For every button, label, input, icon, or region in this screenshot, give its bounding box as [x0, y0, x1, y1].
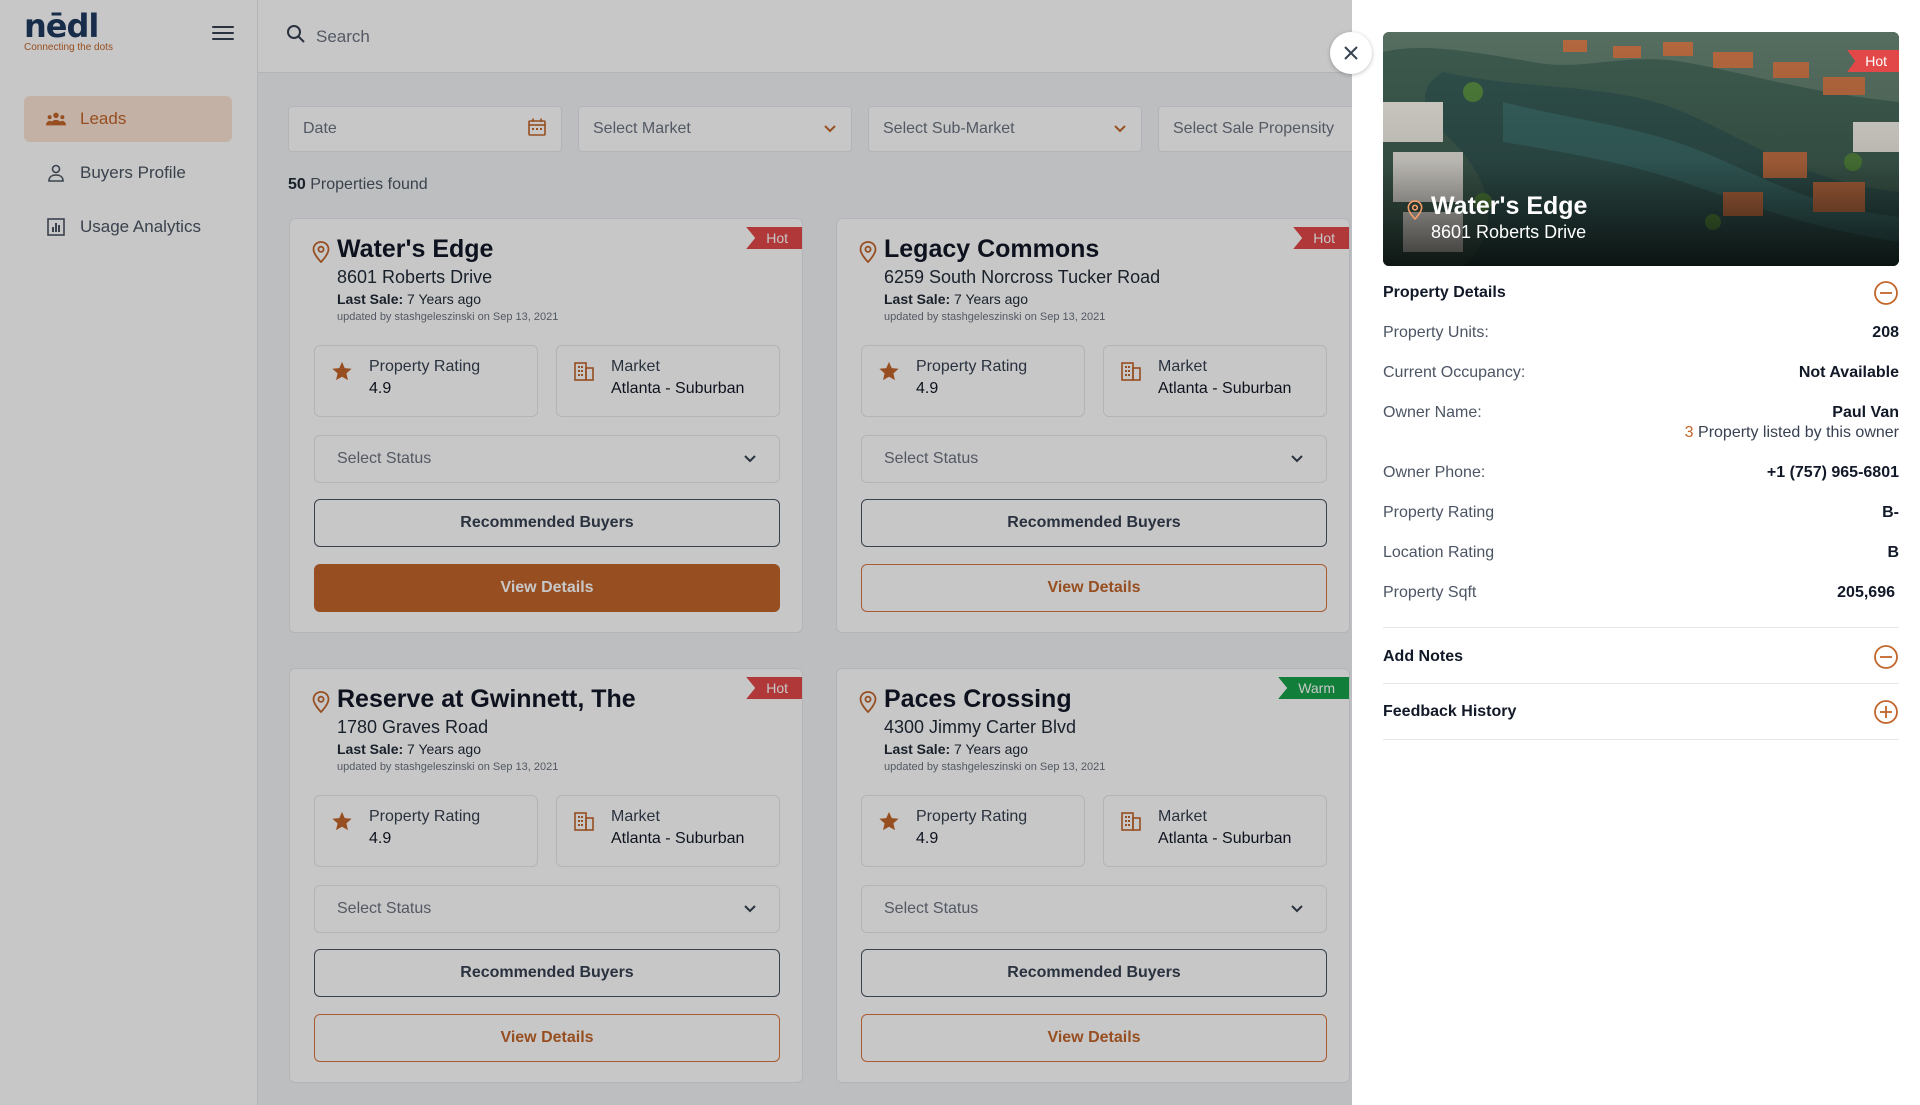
- collapse-icon[interactable]: [1873, 280, 1899, 306]
- owner-phone-label: Owner Phone:: [1383, 464, 1486, 481]
- property-units-row: Property Units: 208: [1383, 324, 1899, 342]
- owner-property-count: 3: [1684, 424, 1694, 441]
- owner-property-count-text: Property listed by this owner: [1698, 424, 1899, 441]
- divider: [1383, 627, 1899, 628]
- occupancy-row: Current Occupancy: Not Available: [1383, 364, 1899, 382]
- owner-phone-value: +1 (757) 965-6801: [1766, 464, 1899, 481]
- divider: [1383, 739, 1899, 740]
- owner-phone-row: Owner Phone: +1 (757) 965-6801: [1383, 464, 1899, 482]
- feedback-history-header[interactable]: Feedback History: [1383, 697, 1899, 727]
- feedback-history-heading: Feedback History: [1383, 703, 1517, 720]
- property-sqft-row: Property Sqft 205,696: [1383, 584, 1899, 602]
- location-rating-value: B: [1887, 544, 1899, 561]
- expand-icon[interactable]: [1873, 699, 1899, 725]
- drawer-address: 8601 Roberts Drive: [1431, 222, 1587, 242]
- close-icon: [1344, 46, 1358, 60]
- add-notes-header[interactable]: Add Notes: [1383, 642, 1899, 672]
- location-rating-row: Location Rating B: [1383, 544, 1899, 562]
- add-notes-heading: Add Notes: [1383, 648, 1463, 665]
- property-details-header[interactable]: Property Details: [1383, 278, 1899, 308]
- property-hero-image: Hot Water's Edge 8601 Roberts Drive: [1383, 32, 1899, 266]
- app: nēdl Connecting the dots Leads Buyers Pr…: [0, 0, 1920, 1105]
- owner-name-label: Owner Name:: [1383, 404, 1482, 421]
- property-rating-value: B-: [1882, 504, 1899, 521]
- occupancy-label: Current Occupancy:: [1383, 364, 1526, 381]
- location-pin-icon: [1407, 200, 1423, 220]
- owner-properties-link[interactable]: 3 Property listed by this owner: [1685, 424, 1899, 442]
- owner-name-row: Owner Name: Paul Van 3 Property listed b…: [1383, 404, 1899, 446]
- drawer-title: Water's Edge: [1431, 192, 1588, 220]
- close-drawer-button[interactable]: [1330, 32, 1372, 74]
- property-rating-row: Property Rating B-: [1383, 504, 1899, 522]
- modal-backdrop[interactable]: [0, 0, 1352, 1105]
- divider: [1383, 683, 1899, 684]
- property-sqft-value: 205,696: [1837, 584, 1895, 601]
- property-units-value: 208: [1872, 324, 1899, 341]
- location-rating-label: Location Rating: [1383, 544, 1495, 561]
- property-rating-label: Property Rating: [1383, 504, 1495, 521]
- property-units-label: Property Units:: [1383, 324, 1489, 341]
- owner-name-value: Paul Van: [1832, 404, 1899, 421]
- property-details-heading: Property Details: [1383, 284, 1506, 301]
- occupancy-value: Not Available: [1798, 364, 1899, 381]
- collapse-icon[interactable]: [1873, 644, 1899, 670]
- property-sqft-label: Property Sqft: [1383, 584, 1477, 601]
